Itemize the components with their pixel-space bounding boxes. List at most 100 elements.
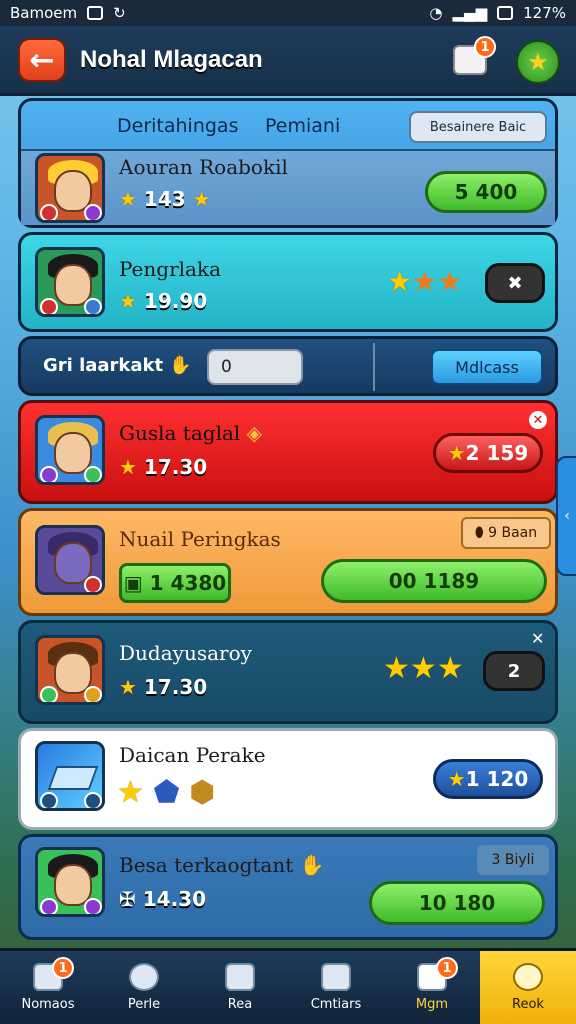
leaderboard-row[interactable]: Besa terkaogtant ✋ ✠ 14.30 3 Biyli 10 18… <box>18 834 558 940</box>
nav-rank[interactable]: Reok <box>480 951 576 1024</box>
bonus-tag: ⬮ 9 Baan <box>461 517 551 549</box>
player-score: ★ 17.30 <box>119 675 208 699</box>
carrier-label: Bamoem <box>10 4 78 22</box>
nav-profile[interactable]: Perle <box>96 951 192 1024</box>
close-icon[interactable]: ✕ <box>531 629 544 648</box>
cards-icon <box>321 963 351 991</box>
nav-base[interactable]: Rea <box>192 951 288 1024</box>
back-arrow-icon: ← <box>29 42 55 78</box>
star-icon: ★ <box>409 651 437 686</box>
nav-characters[interactable]: Cmtiars <box>288 951 384 1024</box>
leaderboard-row[interactable]: Pengrlaka ★ 19.90 ★★★ ✖ <box>18 232 558 332</box>
star-icon: ★ <box>117 775 144 810</box>
battery-percent: 127% <box>523 4 566 22</box>
item-avatar <box>35 741 105 811</box>
star-icon: ★ <box>437 265 463 298</box>
nav-games[interactable]: 1 Mgm <box>384 951 480 1024</box>
tab-rankings[interactable]: Deritahingas <box>117 115 238 137</box>
player-score: ✠ 14.30 <box>119 887 206 911</box>
trophy-icon <box>513 963 543 991</box>
reward-button[interactable]: ★ 2 159 <box>433 433 543 473</box>
app-status-icon <box>87 6 104 20</box>
nav-label: Reok <box>512 997 544 1012</box>
nav-label: Nomaos <box>21 997 75 1012</box>
star-icon: ★ <box>119 455 137 479</box>
player-name: Pengrlaka <box>119 257 222 281</box>
crystal-icon <box>47 766 99 790</box>
chat-button[interactable]: 1 <box>448 36 496 80</box>
nav-label: Cmtiars <box>310 997 362 1012</box>
gem-icon: ⬟ <box>153 775 180 810</box>
search-input[interactable]: 0 <box>207 349 303 385</box>
leaderboard-header-panel: Deritahingas Pemiani Besainere Baic Aour… <box>18 98 558 228</box>
chat-notification-badge: 1 <box>474 36 496 58</box>
player-score: ★ 19.90 <box>119 289 208 313</box>
player-avatar <box>35 847 105 917</box>
side-drawer-tab[interactable]: ‹ <box>556 456 576 576</box>
action-button[interactable]: ✖ <box>485 263 545 303</box>
swords-icon: ✠ <box>119 887 136 911</box>
player-avatar <box>35 635 105 705</box>
page-title: Nohal Mlagacan <box>80 46 263 73</box>
tab-players[interactable]: Pemiani <box>265 115 340 137</box>
reward-button[interactable]: ★ 1 120 <box>433 759 543 799</box>
rank-badge-icon <box>40 204 58 220</box>
class-badge-icon <box>84 792 102 808</box>
wifi-icon: ◔ <box>429 4 443 22</box>
star-icon: ★ <box>119 187 137 211</box>
back-button[interactable]: ← <box>18 38 66 82</box>
search-button[interactable]: Mdlcass <box>431 349 543 385</box>
chevron-left-icon: ‹ <box>564 508 570 524</box>
class-badge-icon <box>84 576 102 592</box>
player-score: ★ 143 ★ <box>119 187 211 211</box>
egg-icon: ⬮ <box>474 525 484 541</box>
rating-stars: ★★★ <box>383 651 464 686</box>
hand-icon: ✋ <box>169 355 192 376</box>
reward-button[interactable]: 5 400 <box>425 171 547 213</box>
top-bar: ← Nohal Mlagacan 1 ★ <box>0 26 576 96</box>
rank-position[interactable]: 2 <box>483 651 545 691</box>
bonus-tag: 3 Biyli <box>477 845 549 875</box>
nav-home[interactable]: 1 Nomaos <box>0 951 96 1024</box>
rank-badge-icon <box>40 898 58 914</box>
gift-icon: ▣ <box>123 571 143 595</box>
rank-badge-icon <box>40 466 58 482</box>
favorites-button[interactable]: ★ <box>516 40 560 84</box>
score-badge: ▣ 1 4380 <box>119 563 231 603</box>
hand-icon: ✋ <box>299 853 325 877</box>
nav-label: Perle <box>127 997 161 1012</box>
sync-icon: ↻ <box>113 4 126 22</box>
rank-badge-icon <box>40 686 58 702</box>
player-name: Gusla taglal ◈ <box>119 421 263 445</box>
leaderboard-row-highlighted[interactable]: Gusla taglal ◈ ★ 17.30 ★ 2 159 ✕ <box>18 400 558 504</box>
status-bar: Bamoem ↻ ◔ ▂▄▆ 127% <box>0 0 576 26</box>
star-icon: ★ <box>412 265 438 298</box>
class-badge-icon <box>84 898 102 914</box>
rating-stars: ★★★ <box>387 265 462 298</box>
star-icon: ★ <box>383 651 410 686</box>
leaderboard-row[interactable]: Aouran Roabokil ★ 143 ★ 5 400 <box>21 149 555 225</box>
search-bar: Gri laarkakt ✋ 0 Mdlcass <box>18 336 558 396</box>
leaderboard-row[interactable]: Dudayusaroy ★ 17.30 ★★★ 2 ✕ <box>18 620 558 724</box>
signal-icon: ▂▄▆ <box>452 4 488 22</box>
filter-button[interactable]: Besainere Baic <box>409 111 547 143</box>
star-icon: ★ <box>436 651 464 686</box>
star-icon: ★ <box>387 265 413 298</box>
shield-icon: ◈ <box>246 421 263 445</box>
star-icon: ★ <box>119 289 137 313</box>
player-avatar <box>35 247 105 317</box>
reward-icons: ★ ⬟ ⬢ <box>117 775 215 810</box>
nav-label: Rea <box>227 997 253 1012</box>
rank-badge-icon <box>40 792 58 808</box>
player-avatar <box>35 525 105 595</box>
nav-notification-badge: 1 <box>52 957 74 979</box>
gold-icon: ⬢ <box>189 775 216 810</box>
close-icon[interactable]: ✕ <box>529 411 547 429</box>
nav-notification-badge: 1 <box>436 957 458 979</box>
reward-button[interactable]: 10 180 <box>369 881 545 925</box>
star-icon: ★ <box>119 675 137 699</box>
star-icon: ★ <box>447 441 466 465</box>
leaderboard-row[interactable]: Nuail Peringkas ⬮ 9 Baan ▣ 1 4380 00 118… <box>18 508 558 616</box>
reward-button[interactable]: 00 1189 <box>321 559 547 603</box>
leaderboard-row[interactable]: Daican Perake ★ ⬟ ⬢ ★ 1 120 <box>18 728 558 830</box>
